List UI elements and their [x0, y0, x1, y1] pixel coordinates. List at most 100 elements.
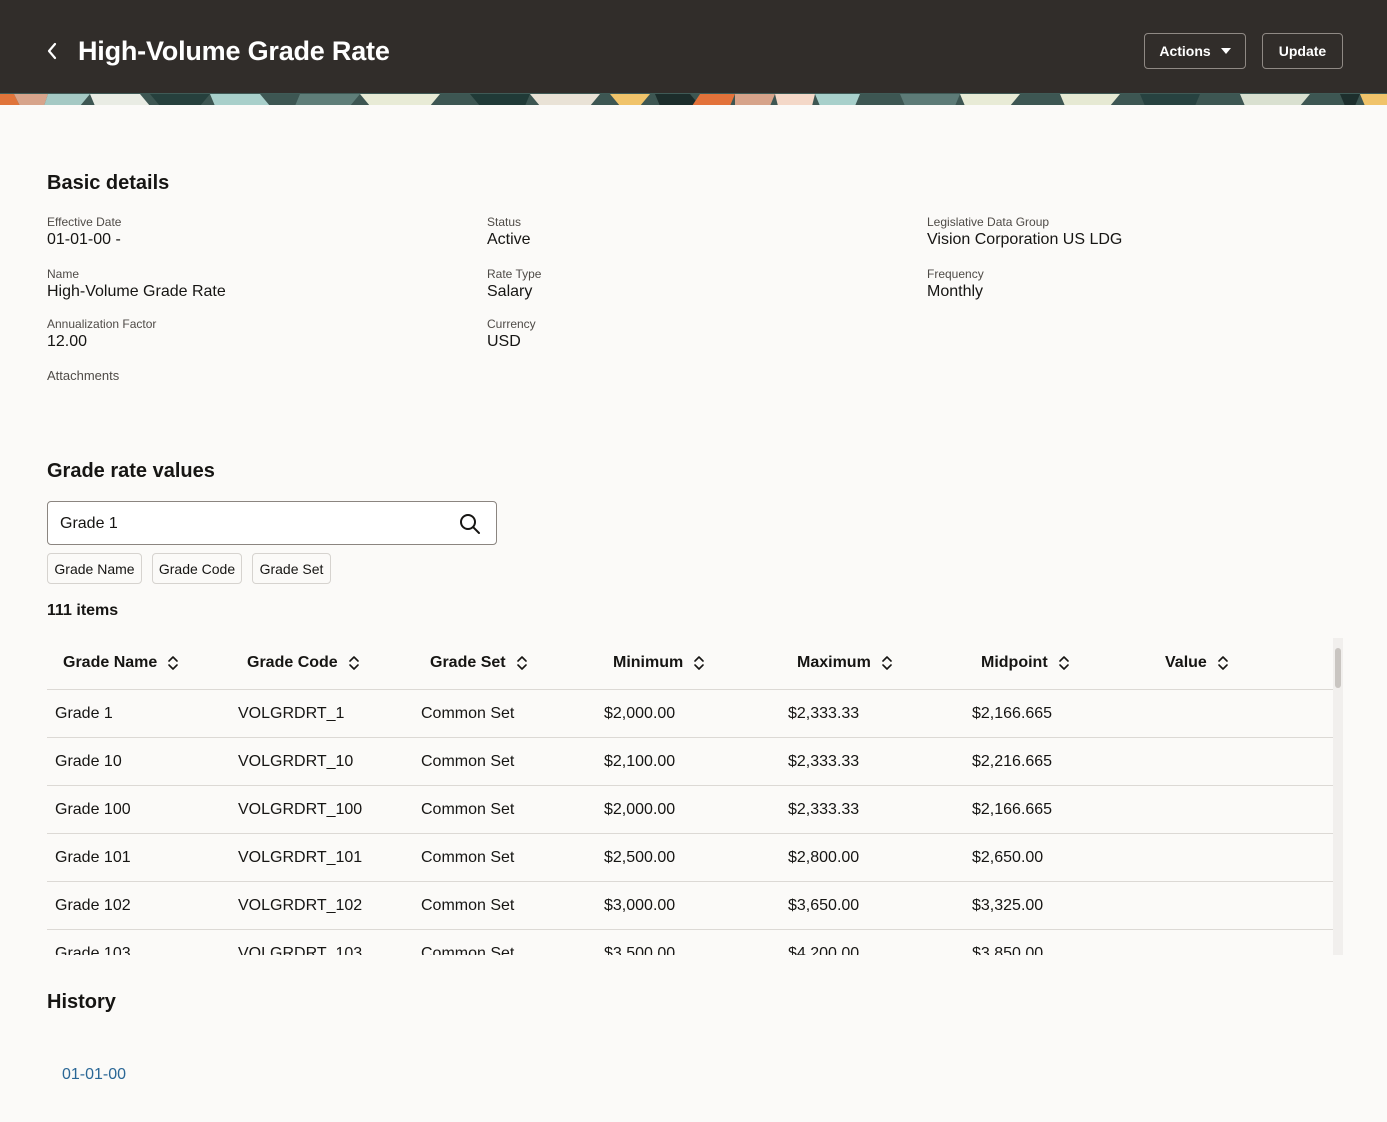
grade-search-value: Grade 1 — [60, 515, 118, 532]
page-title: High-Volume Grade Rate — [78, 36, 390, 66]
legislative-data-group-value: Vision Corporation US LDG — [927, 231, 1123, 248]
caret-down-icon — [1220, 48, 1231, 54]
legislative-data-group-label: Legislative Data Group — [927, 215, 1050, 229]
items-count: 111 items — [47, 602, 119, 619]
search-icon[interactable] — [458, 512, 482, 536]
basic-details-heading: Basic details — [47, 172, 170, 194]
column-header-label: Grade Name — [63, 654, 158, 671]
column-header-midpoint[interactable]: Midpoint — [981, 654, 1070, 672]
cell-grade-code: VOLGRDRT_100 — [238, 801, 363, 818]
sort-icon — [168, 656, 179, 670]
column-header-maximum[interactable]: Maximum — [797, 654, 893, 672]
effective-date-label: Effective Date — [47, 215, 122, 229]
attachments-label: Attachments — [47, 368, 120, 383]
table-row[interactable]: Grade 10 VOLGRDRT_10 Common Set $2,100.0… — [47, 738, 1333, 786]
cell-maximum: $3,650.00 — [788, 897, 860, 914]
back-button[interactable] — [40, 38, 64, 64]
cell-grade-name: Grade 103 — [55, 945, 131, 955]
column-header-value[interactable]: Value — [1165, 654, 1229, 672]
cell-grade-name: Grade 101 — [55, 849, 131, 866]
cell-minimum: $3,500.00 — [604, 945, 676, 955]
cell-grade-set: Common Set — [421, 753, 515, 770]
cell-minimum: $2,000.00 — [604, 801, 676, 818]
cell-minimum: $2,100.00 — [604, 753, 676, 770]
name-label: Name — [47, 267, 80, 281]
cell-maximum: $4,200.00 — [788, 945, 860, 955]
banner-pattern-graphic — [0, 94, 1387, 105]
sort-icon — [1218, 656, 1228, 670]
annualization-factor-value: 12.00 — [47, 333, 88, 350]
history-date-link[interactable]: 01-01-00 — [62, 1066, 126, 1084]
table-header: Grade Name Grade Code Grade Set Minimum … — [47, 638, 1333, 690]
table-row[interactable]: Grade 100 VOLGRDRT_100 Common Set $2,000… — [47, 786, 1333, 834]
cell-maximum: $2,800.00 — [788, 849, 860, 866]
cell-grade-set: Common Set — [421, 897, 515, 914]
cell-grade-name: Grade 100 — [55, 801, 131, 818]
cell-grade-code: VOLGRDRT_102 — [238, 897, 363, 914]
grade-search-input[interactable]: Grade 1 — [47, 501, 497, 545]
page-header: High-Volume Grade Rate Actions Update — [0, 0, 1387, 93]
chip-grade-code[interactable]: Grade Code — [152, 553, 242, 584]
sort-icon — [881, 656, 892, 670]
column-header-grade-name[interactable]: Grade Name — [63, 654, 179, 672]
status-value: Active — [487, 231, 531, 248]
cell-maximum: $2,333.33 — [788, 705, 860, 722]
header-decorative-banner — [0, 93, 1387, 105]
table-row[interactable]: Grade 1 VOLGRDRT_1 Common Set $2,000.00 … — [47, 690, 1333, 738]
cell-maximum: $2,333.33 — [788, 801, 860, 818]
column-header-label: Minimum — [613, 654, 684, 671]
grade-rate-table: Grade Name Grade Code Grade Set Minimum … — [47, 638, 1343, 955]
column-header-label: Value — [1165, 654, 1207, 671]
cell-grade-set: Common Set — [421, 705, 515, 722]
currency-label: Currency — [487, 317, 536, 331]
column-header-grade-code[interactable]: Grade Code — [247, 654, 360, 672]
cell-grade-set: Common Set — [421, 849, 515, 866]
frequency-label: Frequency — [927, 267, 984, 281]
actions-button-label: Actions — [1159, 43, 1211, 59]
cell-midpoint: $2,166.665 — [972, 705, 1053, 722]
chip-grade-name[interactable]: Grade Name — [47, 553, 142, 584]
scrollbar-thumb[interactable] — [1335, 648, 1341, 688]
cell-grade-name: Grade 10 — [55, 753, 122, 770]
name-value: High-Volume Grade Rate — [47, 283, 226, 300]
column-header-label: Grade Code — [247, 654, 338, 671]
table-row[interactable]: Grade 103 VOLGRDRT_103 Common Set $3,500… — [47, 930, 1333, 955]
cell-minimum: $2,500.00 — [604, 849, 676, 866]
cell-midpoint: $3,325.00 — [972, 897, 1044, 914]
column-header-minimum[interactable]: Minimum — [613, 654, 705, 672]
frequency-value: Monthly — [927, 283, 984, 300]
grade-rate-values-heading: Grade rate values — [47, 460, 215, 482]
update-button[interactable]: Update — [1262, 33, 1343, 69]
table-row[interactable]: Grade 102 VOLGRDRT_102 Common Set $3,000… — [47, 882, 1333, 930]
cell-grade-name: Grade 1 — [55, 705, 113, 722]
status-label: Status — [487, 215, 522, 229]
cell-midpoint: $2,650.00 — [972, 849, 1044, 866]
cell-maximum: $2,333.33 — [788, 753, 860, 770]
cell-grade-code: VOLGRDRT_10 — [238, 753, 354, 770]
chip-grade-set[interactable]: Grade Set — [252, 553, 331, 584]
column-header-label: Maximum — [797, 654, 871, 671]
sort-icon — [1058, 656, 1069, 670]
rate-type-label: Rate Type — [487, 267, 542, 281]
chevron-left-icon — [47, 42, 57, 60]
column-header-grade-set[interactable]: Grade Set — [430, 654, 528, 672]
cell-midpoint: $2,216.665 — [972, 753, 1053, 770]
cell-midpoint: $3,850.00 — [972, 945, 1044, 955]
rate-type-value: Salary — [487, 283, 533, 300]
cell-grade-code: VOLGRDRT_1 — [238, 705, 345, 722]
table-scrollbar[interactable] — [1333, 638, 1343, 955]
column-header-label: Grade Set — [430, 654, 506, 671]
actions-button[interactable]: Actions — [1144, 33, 1246, 69]
cell-minimum: $3,000.00 — [604, 897, 676, 914]
cell-grade-code: VOLGRDRT_101 — [238, 849, 363, 866]
currency-value: USD — [487, 333, 521, 350]
cell-grade-name: Grade 102 — [55, 897, 131, 914]
sort-icon — [694, 656, 705, 670]
cell-grade-code: VOLGRDRT_103 — [238, 945, 363, 955]
history-heading: History — [47, 991, 116, 1013]
column-header-label: Midpoint — [981, 654, 1048, 671]
sort-icon — [348, 656, 359, 670]
sort-icon — [516, 656, 527, 670]
table-row[interactable]: Grade 101 VOLGRDRT_101 Common Set $2,500… — [47, 834, 1333, 882]
effective-date-value: 01-01-00 - — [47, 231, 121, 248]
